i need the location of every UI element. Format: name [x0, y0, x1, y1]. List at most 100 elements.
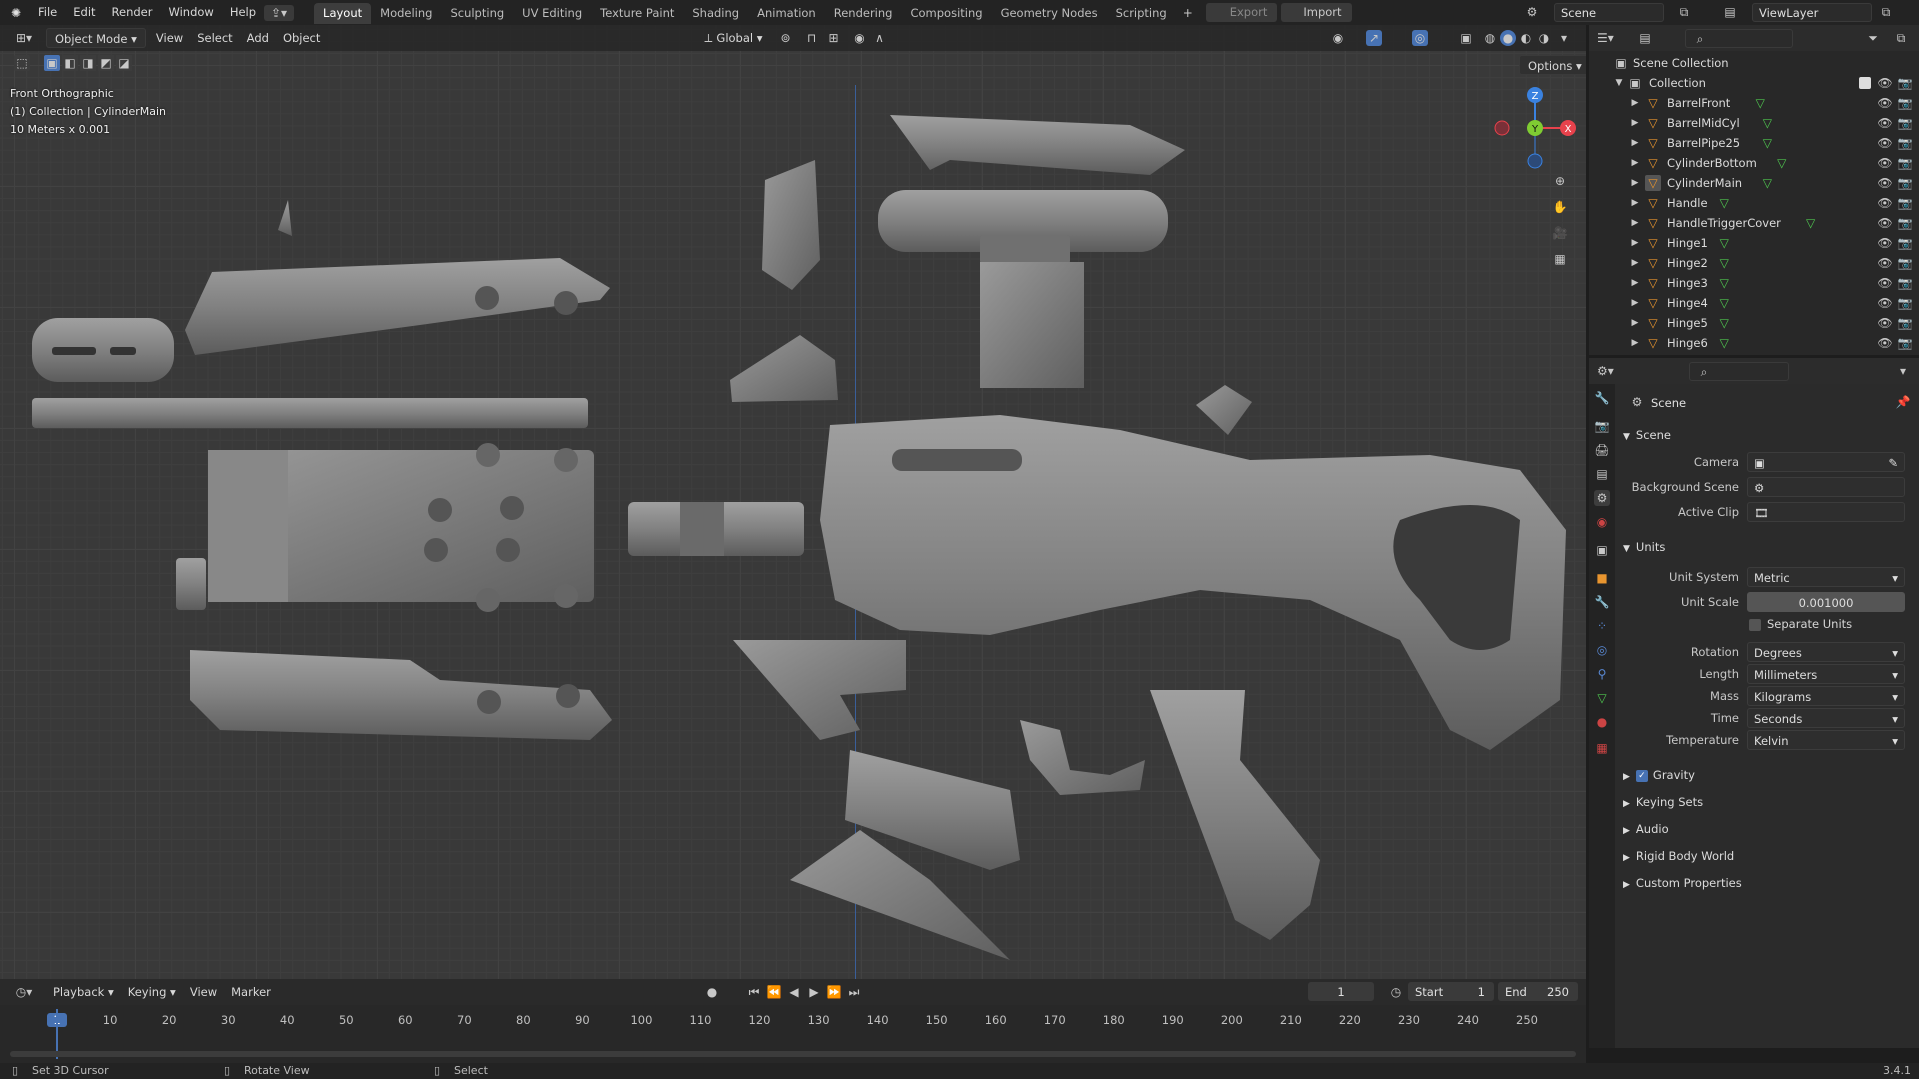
properties-search[interactable]: ⌕ — [1689, 362, 1789, 381]
scene-section-header[interactable]: ▼ Scene — [1623, 428, 1913, 442]
camera-icon[interactable]: 📷 — [1897, 295, 1913, 311]
mesh-data-icon[interactable]: ▽ — [1774, 155, 1790, 171]
outliner-object-row[interactable]: ▶ ▽ CylinderMain ▽ 👁 📷 — [1589, 173, 1919, 193]
expand-icon[interactable]: ▼ — [1611, 75, 1627, 91]
camera-icon[interactable]: 📷 — [1897, 335, 1913, 351]
outliner-editor-icon[interactable]: ☰▾ — [1597, 30, 1614, 46]
expand-icon[interactable]: ▶ — [1627, 335, 1643, 351]
gravity-checkbox[interactable]: ✓ — [1635, 769, 1648, 782]
outliner-object-row[interactable]: ▶ ▽ Hinge5 ▽ 👁 📷 — [1589, 313, 1919, 333]
temperature-dropdown[interactable]: Kelvin ▾ — [1747, 730, 1905, 750]
playback-menu[interactable]: Playback ▾ — [46, 982, 121, 1002]
export-button[interactable]: Export — [1205, 3, 1278, 22]
camera-icon[interactable]: 📷 — [1897, 235, 1913, 251]
camera-icon[interactable]: 📷 — [1897, 95, 1913, 111]
eye-icon[interactable]: 👁 — [1877, 215, 1893, 231]
camera-icon[interactable]: 📷 — [1897, 155, 1913, 171]
clock-icon[interactable]: ◷ — [1388, 984, 1404, 1000]
outliner-object-row[interactable]: ▶ ▽ Hinge2 ▽ 👁 📷 — [1589, 253, 1919, 273]
outliner-object-row[interactable]: ▶ ▽ HandleTriggerCover ▽ 👁 📷 — [1589, 213, 1919, 233]
tab-layout[interactable]: Layout — [314, 3, 372, 24]
camera-field[interactable]: ▣ ✎ — [1747, 452, 1905, 472]
camera-icon[interactable]: 📷 — [1897, 255, 1913, 271]
eye-icon[interactable]: 👁 — [1877, 155, 1893, 171]
3d-viewport[interactable]: ⊞▾ Object Mode ▾ View Select Add Object … — [0, 25, 1586, 979]
expand-icon[interactable]: ▶ — [1627, 235, 1643, 251]
units-section-header[interactable]: ▼ Units — [1623, 540, 1913, 554]
menu-file[interactable]: File — [30, 0, 65, 25]
gun-model-parts[interactable] — [0, 25, 1586, 979]
menu-help[interactable]: Help — [222, 0, 264, 25]
mesh-data-icon[interactable]: ▽ — [1716, 275, 1732, 291]
rotation-dropdown[interactable]: Degrees ▾ — [1747, 642, 1905, 662]
tab-texture-paint[interactable]: Texture Paint — [591, 3, 683, 24]
eye-icon[interactable]: 👁 — [1877, 255, 1893, 271]
mesh-data-icon[interactable]: ▽ — [1716, 295, 1732, 311]
menu-window[interactable]: Window — [160, 0, 221, 25]
collection-checkbox[interactable] — [1859, 77, 1871, 89]
timeline-scrollbar[interactable] — [10, 1051, 1576, 1057]
outliner-object-row[interactable]: ▶ ▽ Hinge4 ▽ 👁 📷 — [1589, 293, 1919, 313]
mesh-data-icon[interactable]: ▽ — [1716, 255, 1732, 271]
jump-end-icon[interactable]: ⏭ — [846, 984, 862, 1000]
outliner-object-row[interactable]: ▶ ▽ BarrelFront ▽ 👁 📷 — [1589, 93, 1919, 113]
tab-uv-editing[interactable]: UV Editing — [513, 3, 591, 24]
filter-icon[interactable]: ⏷ — [1865, 30, 1881, 46]
import-button[interactable]: Import — [1281, 3, 1352, 22]
tab-rendering[interactable]: Rendering — [825, 3, 902, 24]
camera-icon[interactable]: 📷 — [1897, 315, 1913, 331]
play-reverse-icon[interactable]: ◀ — [786, 984, 802, 1000]
outliner-object-row[interactable]: ▶ ▽ Hinge1 ▽ 👁 📷 — [1589, 233, 1919, 253]
eyedropper-icon[interactable]: ✎ — [1888, 453, 1898, 473]
mesh-data-icon[interactable]: ▽ — [1716, 235, 1732, 251]
new-collection-icon[interactable]: ⧉ — [1893, 30, 1909, 46]
outliner-object-row[interactable]: ▶ ▽ Hinge3 ▽ 👁 📷 — [1589, 273, 1919, 293]
gravity-section[interactable]: ▶ ✓ Gravity — [1623, 768, 1913, 782]
add-workspace-icon[interactable]: + — [1180, 5, 1196, 21]
custom-properties-section[interactable]: ▶ Custom Properties — [1623, 876, 1913, 890]
scene-collection-row[interactable]: ▣ Scene Collection — [1589, 53, 1919, 73]
mesh-data-icon[interactable]: ▽ — [1716, 195, 1732, 211]
mesh-data-icon[interactable]: ▽ — [1759, 115, 1775, 131]
view-layer-new-icon[interactable]: ⧉ — [1878, 4, 1894, 20]
rigid-body-world-section[interactable]: ▶ Rigid Body World — [1623, 849, 1913, 863]
marker-menu[interactable]: Marker — [224, 982, 278, 1002]
prev-keyframe-icon[interactable]: ⏪ — [766, 984, 782, 1000]
tab-animation[interactable]: Animation — [748, 3, 825, 24]
workspace-dropdown-icon[interactable]: ⇪▾ — [264, 4, 295, 21]
next-keyframe-icon[interactable]: ⏩ — [826, 984, 842, 1000]
expand-icon[interactable]: ▶ — [1627, 195, 1643, 211]
tab-scripting[interactable]: Scripting — [1107, 3, 1176, 24]
outliner-object-row[interactable]: ▶ ▽ Hinge6 ▽ 👁 📷 — [1589, 333, 1919, 353]
length-dropdown[interactable]: Millimeters ▾ — [1747, 664, 1905, 684]
render-tab-icon[interactable]: 📷 — [1594, 418, 1610, 434]
outliner-object-row[interactable]: ▶ ▽ BarrelPipe25 ▽ 👁 📷 — [1589, 133, 1919, 153]
menu-render[interactable]: Render — [104, 0, 161, 25]
mesh-data-icon[interactable]: ▽ — [1716, 315, 1732, 331]
eye-icon[interactable]: 👁 — [1877, 315, 1893, 331]
eye-icon[interactable]: 👁 — [1877, 175, 1893, 191]
mass-dropdown[interactable]: Kilograms ▾ — [1747, 686, 1905, 706]
eye-icon[interactable]: 👁 — [1877, 95, 1893, 111]
background-scene-field[interactable]: ⚙ — [1747, 477, 1905, 497]
camera-icon[interactable]: 📷 — [1897, 175, 1913, 191]
expand-icon[interactable]: ▶ — [1627, 135, 1643, 151]
separate-units-checkbox[interactable] — [1749, 619, 1761, 631]
mesh-data-icon[interactable]: ▽ — [1803, 215, 1819, 231]
tab-sculpting[interactable]: Sculpting — [441, 3, 513, 24]
tab-modeling[interactable]: Modeling — [371, 3, 441, 24]
tab-geometry-nodes[interactable]: Geometry Nodes — [992, 3, 1107, 24]
tool-tab-icon[interactable]: 🔧 — [1594, 390, 1610, 406]
expand-icon[interactable]: ▶ — [1627, 315, 1643, 331]
scene-field[interactable]: Scene — [1554, 3, 1664, 22]
eye-icon[interactable]: 👁 — [1877, 195, 1893, 211]
expand-icon[interactable]: ▶ — [1627, 295, 1643, 311]
camera-icon[interactable]: 📷 — [1897, 275, 1913, 291]
blender-logo-icon[interactable]: ✺ — [8, 5, 24, 21]
expand-icon[interactable]: ▶ — [1627, 115, 1643, 131]
current-frame-field[interactable]: 1 — [1308, 982, 1374, 1001]
keying-menu[interactable]: Keying ▾ — [121, 982, 183, 1002]
outliner-object-row[interactable]: ▶ ▽ BarrelMidCyl ▽ 👁 📷 — [1589, 113, 1919, 133]
eye-icon[interactable]: 👁 — [1877, 75, 1893, 91]
keying-sets-section[interactable]: ▶ Keying Sets — [1623, 795, 1913, 809]
